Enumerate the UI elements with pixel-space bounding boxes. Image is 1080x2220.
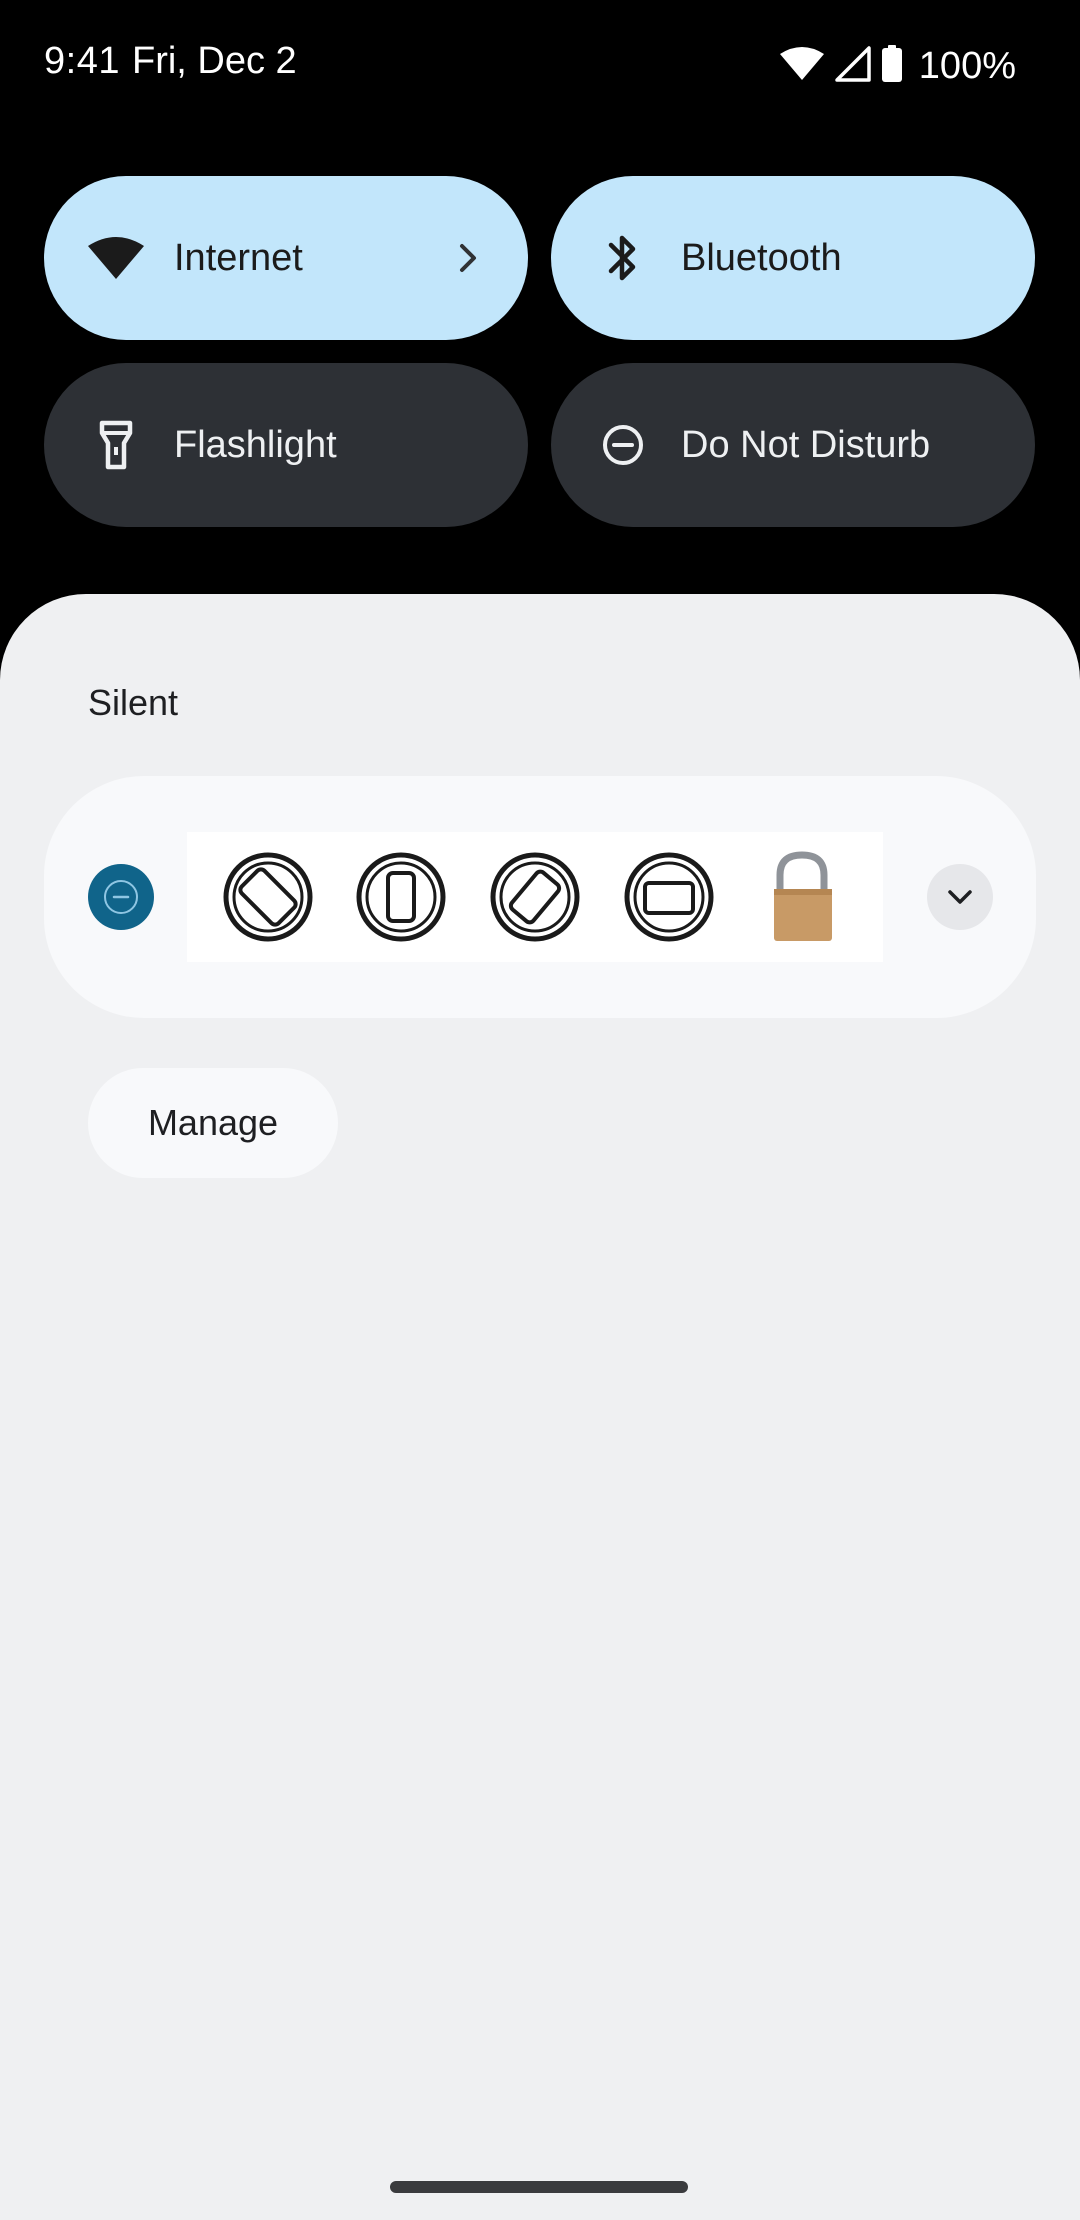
notification-card[interactable] [44, 776, 1036, 1018]
tile-bluetooth-label: Bluetooth [681, 236, 842, 279]
tile-internet[interactable]: Internet [44, 176, 528, 340]
section-header-silent: Silent [88, 682, 179, 723]
status-time: 9:41 [44, 40, 120, 82]
rotate-screen-icon [220, 849, 316, 945]
wifi-icon [86, 228, 146, 288]
unlocked-padlock-icon [754, 849, 850, 945]
do-not-disturb-icon [593, 415, 653, 475]
portrait-phone-icon [353, 849, 449, 945]
flashlight-icon [86, 415, 146, 475]
notification-shade-screen: 9:41 Fri, Dec 2 100% Internet Bluetooth … [0, 0, 1080, 2220]
expand-notification-button[interactable] [927, 864, 993, 930]
cell-signal-icon [835, 45, 871, 87]
status-icons: 100% [779, 44, 1016, 88]
battery-icon [881, 44, 903, 88]
chevron-right-icon [450, 240, 486, 276]
tile-flashlight-label: Flashlight [174, 423, 337, 466]
battery-percent: 100% [918, 44, 1016, 87]
tile-flashlight[interactable]: Flashlight [44, 363, 528, 527]
tile-do-not-disturb-label: Do Not Disturb [681, 423, 931, 466]
status-bar: 9:41 Fri, Dec 2 100% [0, 0, 1080, 130]
tile-internet-label: Internet [174, 236, 303, 279]
rotate-landscape-icon [487, 849, 583, 945]
bluetooth-icon [593, 228, 653, 288]
chevron-down-icon [948, 890, 972, 904]
do-not-disturb-icon [88, 864, 154, 930]
notification-panel: Silent Manage [0, 594, 1080, 2220]
wifi-icon [779, 46, 825, 87]
manage-button[interactable]: Manage [88, 1068, 338, 1178]
tablet-landscape-icon [621, 849, 717, 945]
status-date: Fri, Dec 2 [132, 40, 297, 82]
tile-do-not-disturb[interactable]: Do Not Disturb [551, 363, 1035, 527]
gesture-navigation-bar[interactable] [390, 2181, 688, 2193]
notification-icon-strip [187, 832, 883, 962]
tile-bluetooth[interactable]: Bluetooth [551, 176, 1035, 340]
